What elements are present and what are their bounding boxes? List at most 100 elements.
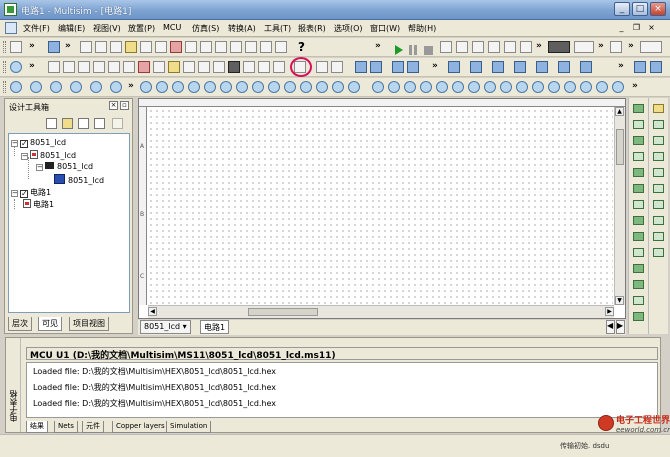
picture-icon[interactable] [332, 81, 344, 93]
run-simulation-icon[interactable] [395, 45, 403, 55]
zoom-out-icon[interactable] [95, 41, 107, 53]
scroll-left-icon[interactable]: ◀ [148, 307, 157, 316]
frequency-counter-icon[interactable] [470, 61, 482, 73]
collapse-icon[interactable]: − [11, 140, 18, 147]
network-analyzer-icon[interactable] [650, 61, 662, 73]
back-annotate-icon[interactable] [245, 41, 257, 53]
word-generator-icon[interactable] [492, 61, 504, 73]
logic-analyzer-icon[interactable] [514, 61, 526, 73]
instrument-6-icon[interactable] [633, 184, 644, 193]
output-log[interactable]: Loaded file: D:\我的文档\Multisim\HEX\8051_l… [26, 362, 658, 418]
instrument-13-icon[interactable] [633, 296, 644, 305]
measurement-virtual-icon[interactable] [140, 81, 152, 93]
annotation-icon[interactable] [653, 104, 664, 113]
instrument-7-icon[interactable] [633, 200, 644, 209]
tab-8051-lcd[interactable]: 8051_lcd ▾ [140, 320, 191, 334]
toolbar-grip[interactable] [3, 41, 6, 53]
forward-annotate-icon[interactable] [260, 41, 272, 53]
transistor-icon[interactable] [78, 61, 90, 73]
distribute-icon[interactable] [452, 81, 464, 93]
collapse-icon[interactable]: − [36, 164, 43, 171]
toolbar-overflow-icon[interactable]: » [632, 81, 638, 91]
menu-simulate[interactable]: 仿真(S) [192, 23, 219, 34]
connector-icon[interactable] [273, 61, 285, 73]
tab-copper-layers[interactable]: Copper layers [112, 421, 169, 433]
multisim-app-icon[interactable] [4, 3, 17, 16]
menu-reports[interactable]: 报表(R) [298, 23, 326, 34]
tab-results[interactable]: 结果 [26, 421, 48, 433]
panel-pin-icon[interactable]: ▫ [120, 101, 129, 110]
rotate-icon[interactable] [532, 81, 544, 93]
checkbox-icon[interactable] [20, 190, 28, 198]
analog-icon[interactable] [93, 61, 105, 73]
instrument-4-icon[interactable] [633, 152, 644, 161]
align-bottom-icon[interactable] [420, 81, 432, 93]
capture-icon[interactable] [230, 41, 242, 53]
description-box-icon[interactable] [610, 41, 622, 53]
title-block-icon[interactable] [612, 81, 624, 93]
full-screen-icon[interactable] [48, 41, 60, 53]
save-icon[interactable] [78, 118, 89, 129]
comment-icon[interactable] [348, 81, 360, 93]
align-top-icon[interactable] [404, 81, 416, 93]
tab-circuit1[interactable]: 电路1 [200, 320, 230, 334]
power-icon[interactable] [183, 61, 195, 73]
zoom-area-icon[interactable] [110, 41, 122, 53]
document-icon[interactable] [5, 22, 17, 34]
mcu-step-icon[interactable] [440, 41, 452, 53]
power-source-icon[interactable] [10, 81, 22, 93]
electrical-rules-icon[interactable] [215, 41, 227, 53]
toolbar-overflow-icon[interactable]: » [432, 61, 438, 71]
toolbar-overflow-icon[interactable]: » [598, 41, 604, 51]
toolbar-overflow-icon[interactable]: » [375, 41, 381, 51]
line-icon[interactable] [252, 81, 264, 93]
line-tool-icon[interactable] [653, 216, 664, 225]
group-icon[interactable] [500, 81, 512, 93]
toolbar-overflow-icon[interactable]: » [29, 41, 35, 51]
logic-converter-icon[interactable] [536, 61, 548, 73]
delete-icon[interactable] [112, 118, 123, 129]
flip-icon[interactable] [548, 81, 560, 93]
toolbar-overflow-icon[interactable]: » [536, 41, 542, 51]
horizontal-scroll-thumb[interactable] [248, 308, 318, 316]
mixed-icon[interactable] [153, 61, 165, 73]
spreadsheet-icon[interactable] [125, 41, 137, 53]
instrument-2-icon[interactable] [633, 120, 644, 129]
mdi-minimize-button[interactable]: _ [616, 23, 627, 34]
new-file-icon[interactable] [10, 41, 22, 53]
vertical-scrollbar[interactable]: ▲ ▼ [614, 107, 625, 305]
text-icon[interactable] [236, 81, 248, 93]
polygon-tool-icon[interactable] [653, 232, 664, 241]
instrument-1-icon[interactable] [633, 104, 644, 113]
pause-simulation-icon[interactable] [409, 45, 417, 55]
tab-scroll-left-icon[interactable]: ◀ [606, 320, 615, 334]
scroll-up-icon[interactable]: ▲ [615, 107, 624, 116]
tab-hierarchy[interactable]: 层次 [8, 317, 32, 331]
component-icon[interactable] [155, 41, 167, 53]
basic-virtual-icon[interactable] [50, 81, 62, 93]
toolbar-overflow-icon[interactable]: » [628, 41, 634, 51]
mcu-run-to-cursor-icon[interactable] [488, 41, 500, 53]
toolbar-grip[interactable] [3, 81, 6, 93]
rectangle-tool-icon[interactable] [653, 168, 664, 177]
grid-icon[interactable] [564, 81, 576, 93]
toolbar-overflow-icon[interactable]: » [65, 41, 71, 51]
menu-window[interactable]: 窗口(W) [370, 23, 400, 34]
tab-components[interactable]: 元件 [82, 421, 104, 433]
maximize-button[interactable]: □ [632, 2, 648, 16]
instrument-14-icon[interactable] [633, 312, 644, 321]
help-icon[interactable]: ? [298, 40, 305, 54]
vertical-scroll-thumb[interactable] [616, 129, 624, 165]
wattmeter-icon[interactable] [392, 61, 404, 73]
align-center-icon[interactable] [436, 81, 448, 93]
oscilloscope-icon[interactable] [548, 41, 570, 53]
menu-view[interactable]: 视图(V) [93, 23, 121, 34]
diode-virtual-icon[interactable] [70, 81, 82, 93]
minimize-button[interactable]: _ [614, 2, 630, 16]
tree-item-design[interactable]: 电路1 [23, 199, 54, 210]
graphic-annotation-icon[interactable] [220, 81, 232, 93]
flag-icon[interactable] [653, 136, 664, 145]
remove-breakpoint-icon[interactable] [520, 41, 532, 53]
mdi-restore-button[interactable]: ❐ [631, 23, 642, 34]
tree-item-board[interactable]: 8051_lcd [54, 174, 104, 185]
